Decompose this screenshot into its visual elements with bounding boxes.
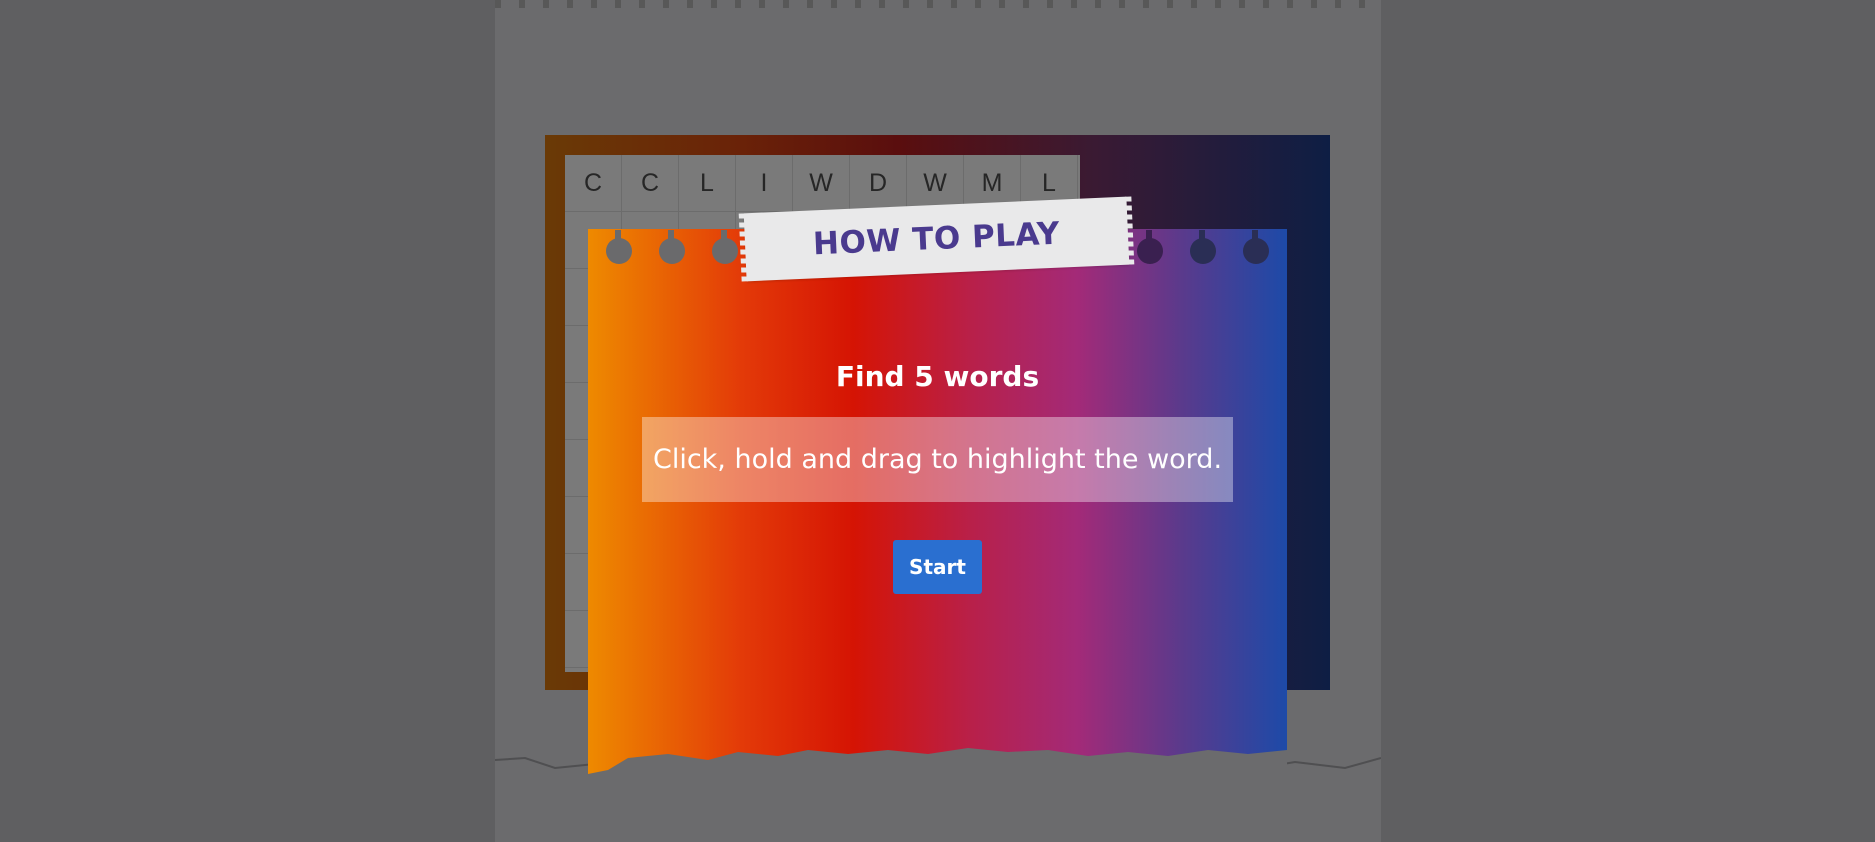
grid-cell: C — [565, 155, 622, 212]
grid-cell: L — [679, 155, 736, 212]
grid-cell: C — [622, 155, 679, 212]
modal-torn-bottom-edge — [588, 740, 1287, 780]
spiral-ring-icon — [659, 238, 685, 264]
spiral-ring-icon — [1243, 238, 1269, 264]
spiral-ring-icon — [1190, 238, 1216, 264]
spiral-ring-icon — [606, 238, 632, 264]
grid-cell: I — [736, 155, 793, 212]
modal-title: HOW TO PLAY — [812, 215, 1061, 263]
spiral-ring-icon — [712, 238, 738, 264]
start-button[interactable]: Start — [893, 540, 982, 594]
grid-cell: W — [793, 155, 850, 212]
paper-top-torn-edge — [495, 0, 1381, 8]
spiral-ring-icon — [1137, 238, 1163, 264]
modal-headline: Find 5 words — [835, 360, 1040, 393]
instruction-text: Click, hold and drag to highlight the wo… — [642, 417, 1233, 502]
grid-cell: D — [850, 155, 907, 212]
